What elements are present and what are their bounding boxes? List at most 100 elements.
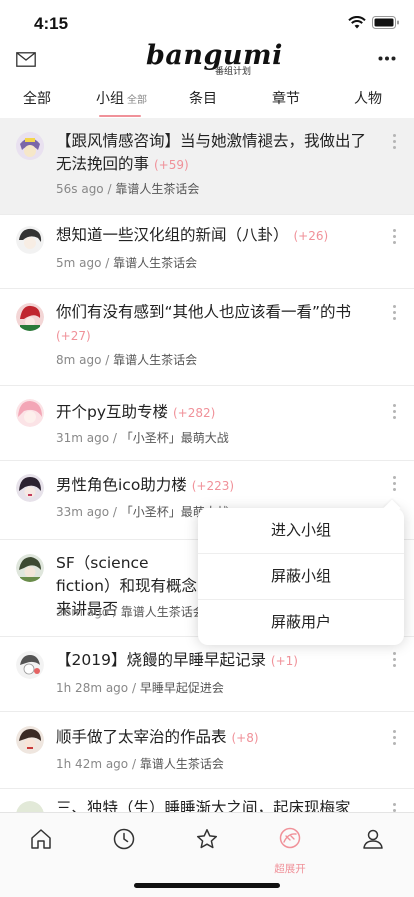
mail-icon[interactable] bbox=[16, 52, 36, 67]
nav-favorites[interactable] bbox=[192, 827, 222, 867]
topic-title: 顺手做了太宰治的作品表 bbox=[56, 728, 227, 746]
more-vert-icon[interactable] bbox=[393, 229, 397, 247]
topic-row[interactable]: 【跟风情感咨询】当与她激情褪去，我做出了无法挽回的事 (+59) 56s ago… bbox=[0, 118, 414, 215]
reply-count: (+59) bbox=[153, 158, 189, 172]
tab-all[interactable]: 全部 bbox=[23, 88, 51, 108]
avatar[interactable] bbox=[16, 226, 44, 254]
avatar[interactable] bbox=[16, 132, 44, 160]
topic-group[interactable]: 靠谱人生茶话会 bbox=[121, 605, 205, 619]
topic-meta: 1h 42m ago / 靠谱人生茶话会 bbox=[56, 755, 224, 772]
topic-row[interactable]: 想知道一些汉化组的新闻（八卦） (+26) 5m ago / 靠谱人生茶话会 bbox=[0, 215, 414, 289]
tab-persons[interactable]: 人物 bbox=[354, 88, 382, 108]
topic-list: 【跟风情感咨询】当与她激情褪去，我做出了无法挽回的事 (+59) 56s ago… bbox=[0, 118, 414, 829]
tab-label: 人物 bbox=[354, 91, 382, 107]
clock-icon bbox=[113, 828, 135, 850]
tab-groups[interactable]: 小组 全部 bbox=[96, 88, 147, 108]
topic-meta: 5m ago / 靠谱人生茶话会 bbox=[56, 254, 197, 271]
topic-time: 56s ago bbox=[56, 182, 104, 196]
topic-row[interactable]: 你们有没有感到“其他人也应该看一看”的书 (+27) 8m ago / 靠谱人生… bbox=[0, 289, 414, 386]
topic-title: 想知道一些汉化组的新闻（八卦） bbox=[56, 226, 289, 244]
topic-title: 开个py互助专楼 bbox=[56, 403, 169, 421]
topic-meta: 1h 28m ago / 早睡早起促进会 bbox=[56, 679, 224, 696]
star-icon bbox=[196, 829, 218, 849]
more-vert-icon[interactable] bbox=[393, 404, 397, 422]
menu-block-user[interactable]: 屏蔽用户 bbox=[198, 600, 404, 645]
nav-timeline[interactable] bbox=[109, 827, 139, 867]
topic-group[interactable]: 靠谱人生茶话会 bbox=[113, 353, 197, 367]
topic-meta: 56s ago / 靠谱人生茶话会 bbox=[56, 180, 199, 197]
meta-separator: / bbox=[101, 353, 114, 367]
home-icon bbox=[31, 829, 51, 849]
avatar[interactable] bbox=[16, 554, 44, 582]
reply-count: (+282) bbox=[172, 406, 216, 420]
topic-group[interactable]: 早睡早起促进会 bbox=[140, 681, 224, 695]
meta-separator: / bbox=[109, 605, 121, 619]
tab-episodes[interactable]: 章节 bbox=[272, 88, 300, 108]
more-vert-icon[interactable] bbox=[393, 134, 397, 152]
topic-time: 1h 42m ago bbox=[56, 757, 129, 771]
topic-time: 33m ago bbox=[56, 505, 110, 519]
topic-row[interactable]: 顺手做了太宰治的作品表 (+8) 1h 42m ago / 靠谱人生茶话会 bbox=[0, 712, 414, 789]
reply-count: (+26) bbox=[293, 229, 329, 243]
topic-group[interactable]: 靠谱人生茶话会 bbox=[115, 182, 199, 196]
meta-separator: / bbox=[128, 757, 140, 771]
reply-count: (+223) bbox=[191, 479, 235, 493]
nav-rakuen[interactable]: 超展开 bbox=[274, 827, 306, 875]
battery-icon bbox=[372, 16, 399, 29]
tab-label: 小组 bbox=[96, 91, 124, 107]
wifi-icon bbox=[348, 16, 366, 29]
menu-block-group[interactable]: 屏蔽小组 bbox=[198, 554, 404, 600]
avatar[interactable] bbox=[16, 651, 44, 679]
topic-context-menu: 进入小组 屏蔽小组 屏蔽用户 bbox=[198, 508, 404, 645]
topic-title: 你们有没有感到“其他人也应该看一看”的书 bbox=[56, 303, 352, 321]
nav-home[interactable] bbox=[26, 827, 56, 867]
tab-label: 全部 bbox=[23, 91, 51, 107]
topic-time: 5m ago bbox=[56, 256, 102, 270]
more-vert-icon[interactable] bbox=[393, 476, 397, 494]
reply-count: (+1) bbox=[270, 654, 298, 668]
topic-time: 36m ago bbox=[56, 605, 110, 619]
topic-title: 【2019】烧饅的早睡早起记录 bbox=[56, 651, 266, 669]
topic-group[interactable]: 「小圣杯」最萌大战 bbox=[121, 431, 229, 445]
more-vert-icon[interactable] bbox=[393, 652, 397, 670]
tab-subjects[interactable]: 条目 bbox=[189, 88, 217, 108]
meta-separator: / bbox=[101, 256, 114, 270]
topic-row[interactable]: 【2019】烧饅的早睡早起记录 (+1) 1h 28m ago / 早睡早起促进… bbox=[0, 637, 414, 712]
status-time: 4:15 bbox=[34, 14, 69, 33]
bangumi-logo: bangumi 番组计划 bbox=[146, 40, 282, 77]
avatar[interactable] bbox=[16, 474, 44, 502]
topic-time: 1h 28m ago bbox=[56, 681, 129, 695]
topic-time: 31m ago bbox=[56, 431, 110, 445]
user-icon bbox=[363, 829, 383, 849]
tab-label: 章节 bbox=[272, 91, 300, 107]
topic-meta: 8m ago / 靠谱人生茶话会 bbox=[56, 351, 197, 368]
rakuen-icon bbox=[279, 827, 301, 849]
topic-row[interactable]: 开个py互助专楼 (+282) 31m ago / 「小圣杯」最萌大战 bbox=[0, 386, 414, 461]
app-header: bangumi 番组计划 bbox=[0, 40, 414, 78]
topic-group[interactable]: 靠谱人生茶话会 bbox=[113, 256, 197, 270]
topic-time: 8m ago bbox=[56, 353, 102, 367]
reply-count: (+27) bbox=[56, 329, 91, 343]
topic-group[interactable]: 靠谱人生茶话会 bbox=[140, 757, 224, 771]
active-tab-indicator bbox=[99, 115, 141, 117]
more-vert-icon[interactable] bbox=[393, 305, 397, 323]
topic-meta: 31m ago / 「小圣杯」最萌大战 bbox=[56, 429, 229, 446]
more-vert-icon[interactable] bbox=[393, 730, 397, 748]
nav-profile[interactable] bbox=[358, 827, 388, 867]
bottom-nav: 超展开 bbox=[0, 812, 414, 897]
meta-separator: / bbox=[128, 681, 140, 695]
topic-title: 男性角色ico助力楼 bbox=[56, 476, 187, 494]
home-indicator bbox=[134, 883, 280, 888]
avatar[interactable] bbox=[16, 303, 44, 331]
meta-separator: / bbox=[103, 182, 116, 196]
topic-meta: 36m ago / 靠谱人生茶话会 bbox=[56, 603, 205, 620]
more-icon[interactable] bbox=[378, 56, 396, 61]
tab-label: 条目 bbox=[189, 91, 217, 107]
menu-enter-group[interactable]: 进入小组 bbox=[198, 508, 404, 554]
nav-rakuen-label: 超展开 bbox=[274, 863, 306, 875]
avatar[interactable] bbox=[16, 726, 44, 754]
reply-count: (+8) bbox=[231, 731, 259, 745]
avatar[interactable] bbox=[16, 399, 44, 427]
meta-separator: / bbox=[109, 505, 121, 519]
meta-separator: / bbox=[109, 431, 121, 445]
